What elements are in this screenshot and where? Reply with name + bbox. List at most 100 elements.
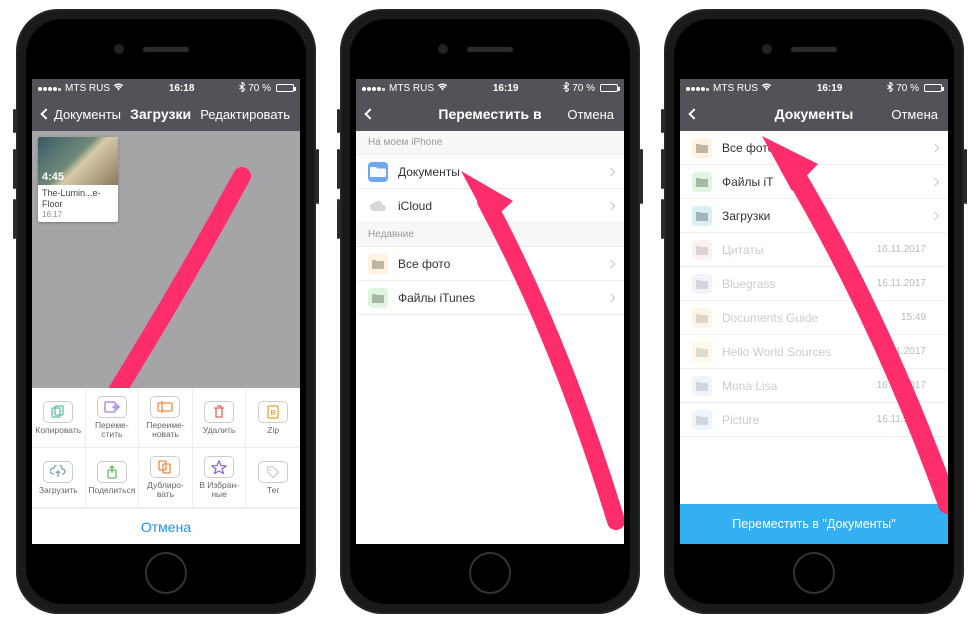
- action-move[interactable]: Переме- стить: [86, 388, 140, 448]
- list-item[interactable]: Файлы iTunes: [356, 281, 624, 315]
- bluetooth-icon: [239, 82, 245, 95]
- status-bar: MTS RUS 16:19 70 %: [680, 79, 948, 97]
- action-share[interactable]: Поделиться: [86, 448, 140, 508]
- item-label: Цитаты: [722, 243, 763, 257]
- list-item: Documents Guide 15:49: [680, 301, 948, 335]
- item-label: Файлы iT: [722, 175, 773, 189]
- list-item[interactable]: Документы: [356, 155, 624, 189]
- item-label: Документы: [398, 165, 460, 179]
- back-label: Документы: [54, 107, 121, 122]
- back-button[interactable]: Документы: [42, 107, 121, 122]
- chevron-right-icon: [931, 177, 939, 185]
- back-button[interactable]: [690, 110, 754, 118]
- action-dup[interactable]: Дублиро- вать: [139, 448, 193, 508]
- chevron-right-icon: [931, 211, 939, 219]
- zip-icon: B: [258, 401, 288, 423]
- bluetooth-icon: [887, 82, 893, 95]
- phone-1: MTS RUS 16:18 70 % Доку: [16, 9, 316, 614]
- phone-3: MTS RUS 16:19 70 % Документы Отмена Все …: [664, 9, 964, 614]
- item-meta: 16.11.2017: [877, 380, 936, 391]
- cancel-button[interactable]: Отмена: [550, 107, 614, 122]
- folder-icon: [692, 206, 712, 226]
- edit-button[interactable]: Редактировать: [200, 107, 290, 122]
- carrier-label: MTS RUS: [65, 83, 110, 94]
- section-header: На моем iPhone: [356, 131, 624, 155]
- action-tag[interactable]: Тег: [246, 448, 300, 508]
- share-icon: [97, 461, 127, 483]
- item-meta: 15:49: [901, 312, 936, 323]
- battery-pct: 70 %: [896, 83, 919, 94]
- folder-icon: [692, 308, 712, 328]
- wifi-icon: [761, 82, 772, 94]
- nav-header: Переместить в Отмена: [356, 97, 624, 131]
- upload-icon: [43, 461, 73, 483]
- action-star[interactable]: В Избран- ные: [193, 448, 247, 508]
- list-item[interactable]: Все фото: [680, 131, 948, 165]
- chevron-left-icon: [40, 108, 51, 119]
- action-upload[interactable]: Загрузить: [32, 448, 86, 508]
- cloud-icon: [368, 196, 388, 216]
- file-grid: 4:45 The-Lumin...e-Floor 16:17: [32, 131, 300, 544]
- folder-icon: [692, 342, 712, 362]
- list-item[interactable]: Все фото: [356, 247, 624, 281]
- thumbnail-image: 4:45: [38, 137, 118, 185]
- folder-icon: [368, 288, 388, 308]
- list-item[interactable]: Загрузки: [680, 199, 948, 233]
- rename-icon: [150, 396, 180, 418]
- cancel-button[interactable]: Отмена: [32, 508, 300, 544]
- list-item: Picture16.11.2017: [680, 403, 948, 437]
- wifi-icon: [437, 82, 448, 94]
- wifi-icon: [113, 82, 124, 94]
- bluetooth-icon: [563, 82, 569, 95]
- action-rename[interactable]: Переиме- новать: [139, 388, 193, 448]
- item-label: Загрузки: [722, 209, 770, 223]
- battery-pct: 70 %: [572, 83, 595, 94]
- page-title: Переместить в: [430, 106, 550, 122]
- file-time: 16:17: [42, 210, 114, 220]
- item-meta: 16.11.2017: [877, 346, 936, 357]
- battery-icon: [924, 84, 942, 92]
- status-bar: MTS RUS 16:18 70 %: [32, 79, 300, 97]
- folder-list: Все фотоФайлы iTЗагрузкиЦитаты16.11.2017…: [680, 131, 948, 544]
- list-item: Цитаты16.11.2017: [680, 233, 948, 267]
- action-label: Удалить: [201, 426, 237, 435]
- battery-icon: [276, 84, 294, 92]
- chevron-right-icon: [931, 143, 939, 151]
- list-item: Bluegrass16.11.2017: [680, 267, 948, 301]
- folder-icon: [368, 254, 388, 274]
- chevron-right-icon: [607, 259, 615, 267]
- list-item[interactable]: Файлы iT: [680, 165, 948, 199]
- action-copy[interactable]: Копировать: [32, 388, 86, 448]
- action-zip[interactable]: B Zip: [246, 388, 300, 448]
- section-header: Недавние: [356, 223, 624, 247]
- back-button[interactable]: [366, 110, 430, 118]
- tag-icon: [258, 461, 288, 483]
- item-label: Hello World Sources: [722, 345, 831, 359]
- action-label: Zip: [265, 426, 281, 435]
- list-item[interactable]: iCloud: [356, 189, 624, 223]
- cancel-button[interactable]: Отмена: [874, 107, 938, 122]
- item-label: Documents Guide: [722, 311, 818, 325]
- nav-header: Документы Отмена: [680, 97, 948, 131]
- folder-icon: [368, 162, 388, 182]
- item-label: Bluegrass: [722, 277, 775, 291]
- item-label: Mona Lisa: [722, 379, 777, 393]
- action-trash[interactable]: Удалить: [193, 388, 247, 448]
- action-label: Дублиро- вать: [145, 481, 186, 499]
- dup-icon: [150, 456, 180, 478]
- clock: 16:19: [772, 83, 887, 94]
- chevron-right-icon: [607, 201, 615, 209]
- folder-icon: [692, 274, 712, 294]
- star-icon: [204, 456, 234, 478]
- folder-icon: [692, 376, 712, 396]
- action-sheet: Копировать Переме- стить Переиме- новать Уд…: [32, 388, 300, 544]
- list-item: Hello World Sources 16.11.2017: [680, 335, 948, 369]
- move-confirm-button[interactable]: Переместить в "Документы": [680, 504, 948, 544]
- video-thumbnail[interactable]: 4:45 The-Lumin...e-Floor 16:17: [38, 137, 118, 222]
- signal-icon: [686, 83, 710, 94]
- action-label: Переме- стить: [93, 421, 131, 439]
- folder-icon: [692, 240, 712, 260]
- item-label: Файлы iTunes: [398, 291, 475, 305]
- folder-icon: [692, 172, 712, 192]
- status-bar: MTS RUS 16:19 70 %: [356, 79, 624, 97]
